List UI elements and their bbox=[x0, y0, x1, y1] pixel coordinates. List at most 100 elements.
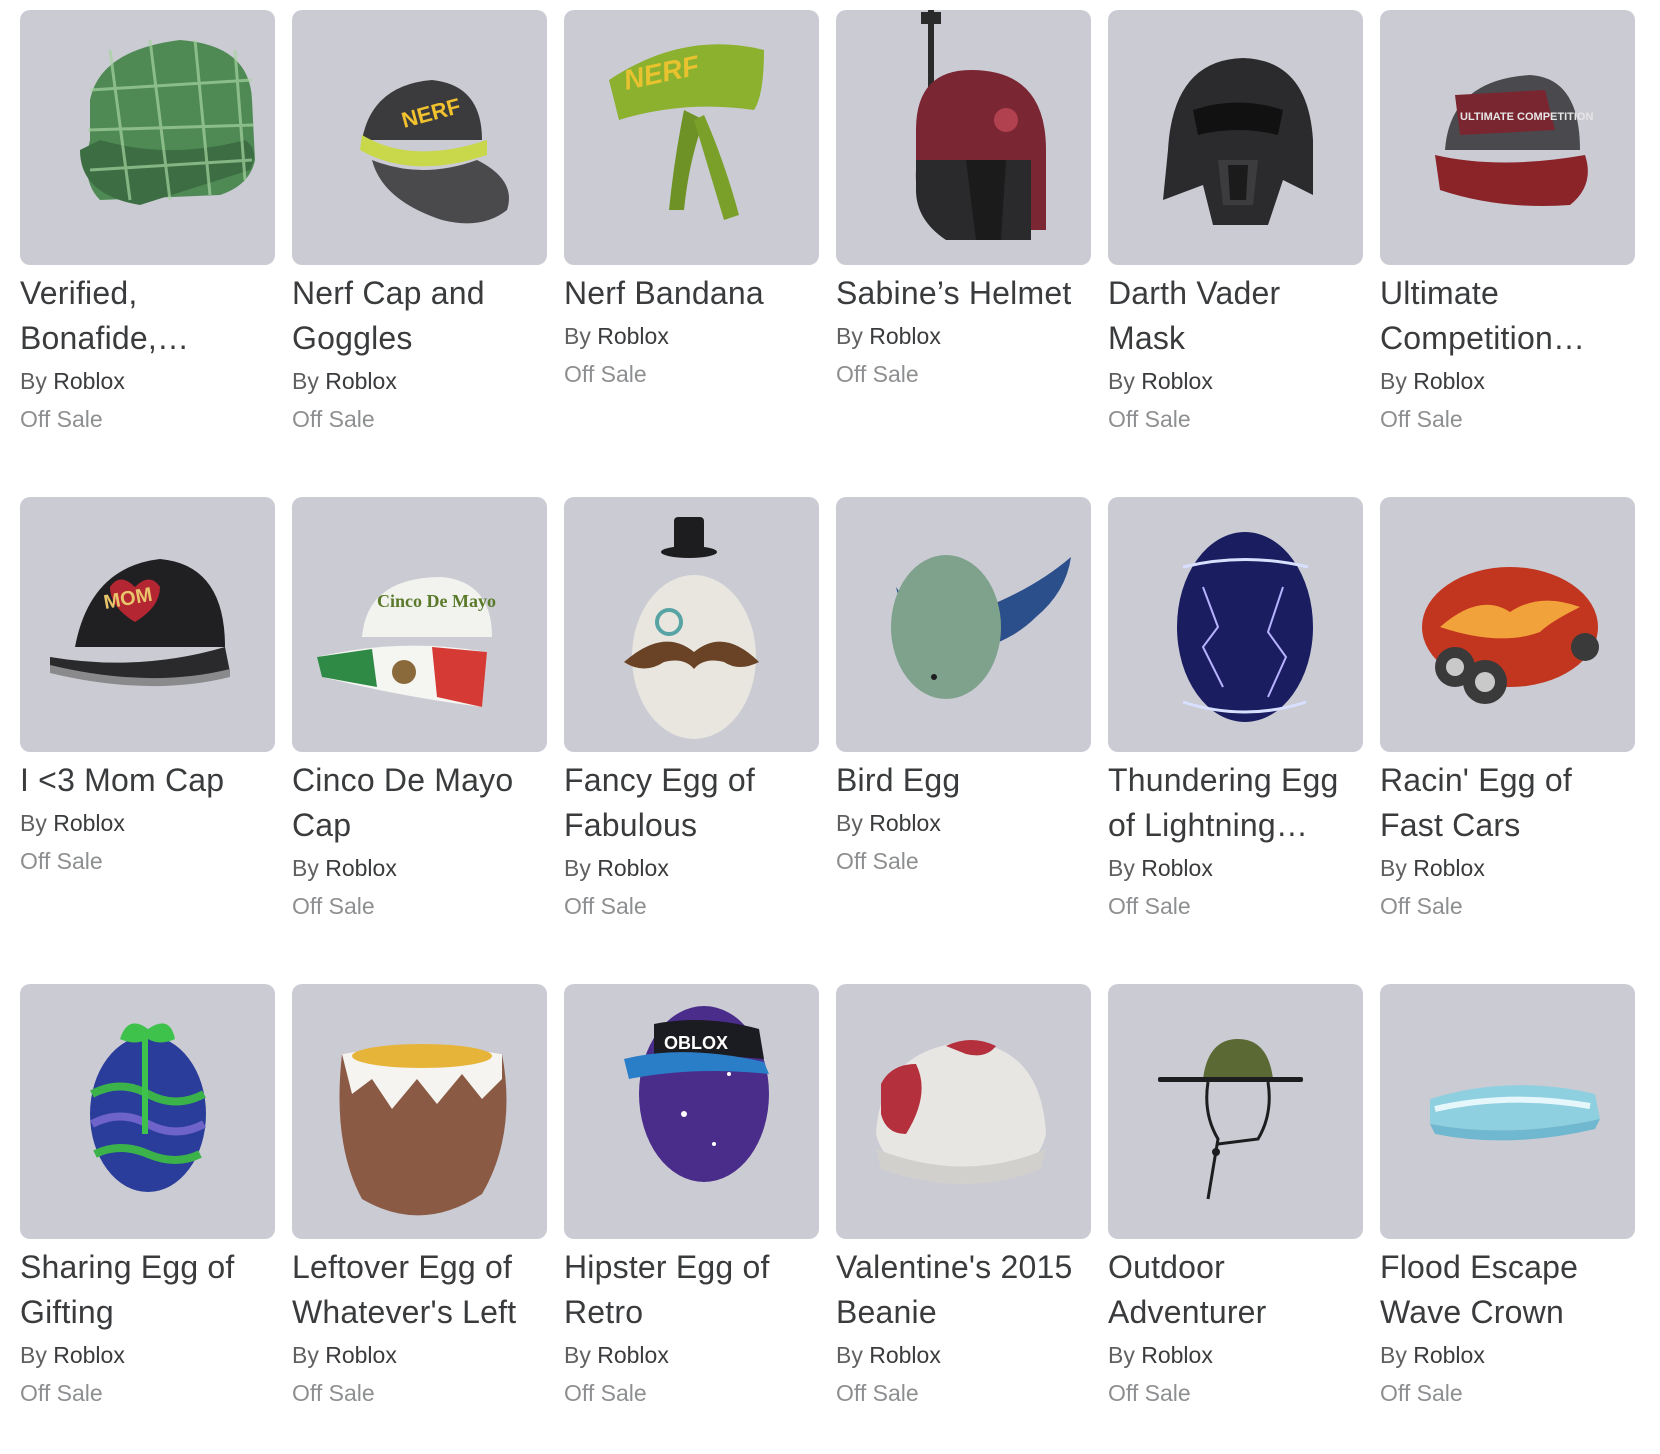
item-card[interactable]: MOM I <3 Mom Cap By Roblox Off Sale bbox=[20, 497, 275, 967]
sale-status: Off Sale bbox=[1380, 893, 1463, 919]
item-name[interactable]: Leftover Egg of Whatever's Left bbox=[292, 1245, 547, 1335]
item-creator: By Roblox bbox=[836, 317, 1091, 355]
by-label: By bbox=[1380, 1342, 1407, 1368]
item-card[interactable]: OBLOX Hipster Egg of Retro By Roblox Off… bbox=[564, 984, 819, 1454]
sale-status: Off Sale bbox=[836, 361, 919, 387]
creator-link[interactable]: Roblox bbox=[1141, 855, 1213, 881]
item-thumbnail[interactable] bbox=[20, 10, 275, 265]
item-thumbnail[interactable] bbox=[1108, 984, 1363, 1239]
creator-link[interactable]: Roblox bbox=[1141, 368, 1213, 394]
creator-link[interactable]: Roblox bbox=[597, 323, 669, 349]
item-card[interactable]: Valentine's 2015 Beanie By Roblox Off Sa… bbox=[836, 984, 1091, 1454]
item-card[interactable]: Sharing Egg of Gifting By Roblox Off Sal… bbox=[20, 984, 275, 1454]
item-name[interactable]: Hipster Egg of Retro bbox=[564, 1245, 819, 1335]
item-thumbnail[interactable]: ULTIMATE COMPETITION bbox=[1380, 10, 1635, 265]
item-card[interactable]: Thundering Egg of Lightning… By Roblox O… bbox=[1108, 497, 1363, 967]
creator-link[interactable]: Roblox bbox=[53, 810, 125, 836]
adventurer-hat-icon bbox=[1158, 1039, 1303, 1200]
sabine-helmet-icon bbox=[915, 10, 1046, 240]
item-name[interactable]: Cinco De Mayo Cap bbox=[292, 758, 547, 848]
creator-link[interactable]: Roblox bbox=[869, 1342, 941, 1368]
creator-link[interactable]: Roblox bbox=[1413, 855, 1485, 881]
creator-link[interactable]: Roblox bbox=[325, 855, 397, 881]
sale-status: Off Sale bbox=[1108, 893, 1191, 919]
item-name[interactable]: I <3 Mom Cap bbox=[20, 758, 275, 803]
creator-link[interactable]: Roblox bbox=[1413, 368, 1485, 394]
item-name[interactable]: Thundering Egg of Lightning… bbox=[1108, 758, 1363, 848]
item-thumbnail[interactable] bbox=[1380, 497, 1635, 752]
item-card[interactable]: Sabine’s Helmet By Roblox Off Sale bbox=[836, 10, 1091, 480]
item-name[interactable]: Racin' Egg of Fast Cars bbox=[1380, 758, 1635, 848]
gift-egg-icon bbox=[90, 1023, 206, 1192]
sale-status: Off Sale bbox=[292, 893, 375, 919]
sale-status: Off Sale bbox=[836, 848, 919, 874]
item-name[interactable]: Darth Vader Mask bbox=[1108, 271, 1363, 361]
item-name[interactable]: Flood Escape Wave Crown bbox=[1380, 1245, 1635, 1335]
creator-link[interactable]: Roblox bbox=[325, 368, 397, 394]
item-card[interactable]: Cinco De Mayo Cinco De Mayo Cap By Roblo… bbox=[292, 497, 547, 967]
sale-status: Off Sale bbox=[1108, 1380, 1191, 1406]
item-card[interactable]: Darth Vader Mask By Roblox Off Sale bbox=[1108, 10, 1363, 480]
item-thumbnail[interactable]: MOM bbox=[20, 497, 275, 752]
item-thumbnail[interactable] bbox=[1108, 10, 1363, 265]
item-name[interactable]: Bird Egg bbox=[836, 758, 1091, 803]
sale-status: Off Sale bbox=[1108, 406, 1191, 432]
creator-link[interactable]: Roblox bbox=[1141, 1342, 1213, 1368]
item-name[interactable]: Outdoor Adventurer bbox=[1108, 1245, 1363, 1335]
item-name[interactable]: Nerf Bandana bbox=[564, 271, 819, 316]
creator-link[interactable]: Roblox bbox=[869, 810, 941, 836]
item-card[interactable]: Outdoor Adventurer By Roblox Off Sale bbox=[1108, 984, 1363, 1454]
item-name[interactable]: Fancy Egg of Fabulous bbox=[564, 758, 819, 848]
item-thumbnail[interactable] bbox=[564, 497, 819, 752]
item-thumbnail[interactable] bbox=[836, 497, 1091, 752]
nerf-cap-icon: NERF bbox=[360, 80, 509, 224]
by-label: By bbox=[292, 1342, 319, 1368]
plaid-cap-icon bbox=[80, 39, 256, 205]
item-creator: By Roblox bbox=[1380, 1336, 1635, 1374]
creator-link[interactable]: Roblox bbox=[53, 1342, 125, 1368]
item-name[interactable]: Sharing Egg of Gifting bbox=[20, 1245, 275, 1335]
item-thumbnail[interactable] bbox=[836, 984, 1091, 1239]
item-card[interactable]: NERF Nerf Cap and Goggles By Roblox Off … bbox=[292, 10, 547, 480]
item-creator: By Roblox bbox=[1380, 362, 1635, 400]
item-thumbnail[interactable] bbox=[1380, 984, 1635, 1239]
item-card[interactable]: Verified, Bonafide,… By Roblox Off Sale bbox=[20, 10, 275, 480]
by-label: By bbox=[564, 855, 591, 881]
creator-link[interactable]: Roblox bbox=[869, 323, 941, 349]
item-card[interactable]: Bird Egg By Roblox Off Sale bbox=[836, 497, 1091, 967]
item-thumbnail[interactable] bbox=[20, 984, 275, 1239]
by-label: By bbox=[1380, 368, 1407, 394]
item-thumbnail[interactable] bbox=[292, 984, 547, 1239]
nerf-bandana-icon: NERF bbox=[609, 44, 764, 220]
by-label: By bbox=[1108, 1342, 1135, 1368]
creator-link[interactable]: Roblox bbox=[53, 368, 125, 394]
item-thumbnail[interactable]: Cinco De Mayo bbox=[292, 497, 547, 752]
item-thumbnail[interactable] bbox=[1108, 497, 1363, 752]
sale-status: Off Sale bbox=[292, 1380, 375, 1406]
item-card[interactable]: Flood Escape Wave Crown By Roblox Off Sa… bbox=[1380, 984, 1635, 1454]
creator-link[interactable]: Roblox bbox=[325, 1342, 397, 1368]
item-thumbnail[interactable]: NERF bbox=[292, 10, 547, 265]
fancy-egg-icon bbox=[624, 517, 759, 739]
sale-status: Off Sale bbox=[564, 361, 647, 387]
item-card[interactable]: Leftover Egg of Whatever's Left By Roblo… bbox=[292, 984, 547, 1454]
creator-link[interactable]: Roblox bbox=[597, 1342, 669, 1368]
wave-crown-icon bbox=[1430, 1085, 1600, 1141]
sale-status: Off Sale bbox=[1380, 406, 1463, 432]
item-name[interactable]: Verified, Bonafide,… bbox=[20, 271, 275, 361]
creator-link[interactable]: Roblox bbox=[1413, 1342, 1485, 1368]
item-card[interactable]: Fancy Egg of Fabulous By Roblox Off Sale bbox=[564, 497, 819, 967]
item-thumbnail[interactable]: NERF bbox=[564, 10, 819, 265]
item-card[interactable]: Racin' Egg of Fast Cars By Roblox Off Sa… bbox=[1380, 497, 1635, 967]
item-name[interactable]: Valentine's 2015 Beanie bbox=[836, 1245, 1091, 1335]
creator-link[interactable]: Roblox bbox=[597, 855, 669, 881]
item-thumbnail[interactable] bbox=[836, 10, 1091, 265]
sale-status: Off Sale bbox=[564, 1380, 647, 1406]
item-thumbnail[interactable]: OBLOX bbox=[564, 984, 819, 1239]
sale-status: Off Sale bbox=[564, 893, 647, 919]
item-card[interactable]: NERF Nerf Bandana By Roblox Off Sale bbox=[564, 10, 819, 480]
item-name[interactable]: Ultimate Competition… bbox=[1380, 271, 1635, 361]
item-card[interactable]: ULTIMATE COMPETITION Ultimate Competitio… bbox=[1380, 10, 1635, 480]
item-name[interactable]: Sabine’s Helmet bbox=[836, 271, 1091, 316]
item-name[interactable]: Nerf Cap and Goggles bbox=[292, 271, 547, 361]
